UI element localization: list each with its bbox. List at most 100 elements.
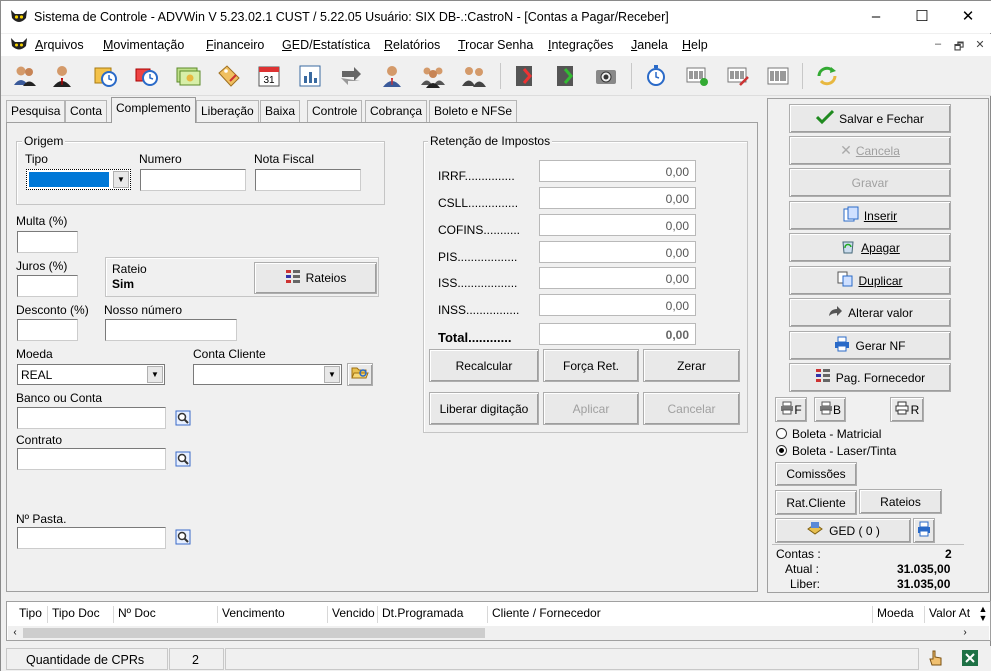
juros-input[interactable] bbox=[17, 275, 78, 297]
zerar-button[interactable]: Zerar bbox=[643, 349, 740, 382]
print-f-button[interactable]: F bbox=[775, 397, 807, 422]
boleta-matricial-radio[interactable] bbox=[776, 428, 787, 439]
barcode-icon[interactable] bbox=[763, 61, 793, 91]
salvar-fechar-button[interactable]: Salvar e Fechar bbox=[789, 104, 951, 133]
inss-value[interactable]: 0,00 bbox=[539, 294, 696, 316]
rat-cliente-button[interactable]: Rat.Cliente bbox=[775, 490, 857, 515]
numero-input[interactable] bbox=[140, 169, 246, 191]
csll-value[interactable]: 0,00 bbox=[539, 187, 696, 209]
calendar-clock-icon[interactable] bbox=[91, 61, 121, 91]
maximize-button[interactable]: ☐ bbox=[899, 1, 945, 33]
calendar-icon[interactable]: 31 bbox=[254, 61, 284, 91]
conta-cliente-select[interactable]: ▼ bbox=[193, 364, 342, 385]
menu-relatorios[interactable]: Relatórios bbox=[384, 38, 440, 52]
tab-controle[interactable]: Controle bbox=[307, 100, 363, 122]
desconto-input[interactable] bbox=[17, 319, 78, 341]
pis-value[interactable]: 0,00 bbox=[539, 241, 696, 263]
chevron-down-icon[interactable]: ▼ bbox=[147, 366, 163, 383]
column-header-moeda[interactable]: Moeda bbox=[873, 606, 925, 623]
menu-financeiro[interactable]: Financeiro bbox=[206, 38, 264, 52]
inserir-button[interactable]: Inserir bbox=[789, 201, 951, 230]
excel-icon[interactable] bbox=[961, 649, 979, 667]
menu-integracoes[interactable]: Integrações bbox=[548, 38, 613, 52]
tag-edit-icon[interactable] bbox=[214, 61, 244, 91]
person-tie-icon[interactable] bbox=[377, 61, 407, 91]
refresh-money-icon[interactable] bbox=[812, 61, 842, 91]
horizontal-scrollbar[interactable]: ‹ › bbox=[8, 626, 989, 640]
close-button[interactable]: ✕ bbox=[945, 1, 991, 33]
apagar-button[interactable]: Apagar bbox=[789, 233, 951, 262]
aplicar-button[interactable]: Aplicar bbox=[543, 392, 639, 425]
folder-open-button[interactable] bbox=[347, 363, 373, 386]
tipo-select[interactable]: ▼ bbox=[26, 169, 131, 190]
boleta-matricial-label[interactable]: Boleta - Matricial bbox=[792, 427, 881, 441]
irrf-value[interactable]: 0,00 bbox=[539, 160, 696, 182]
mdi-close-button[interactable]: ✕ bbox=[971, 38, 989, 52]
column-header-cliente-fornecedor[interactable]: Cliente / Fornecedor bbox=[488, 606, 873, 623]
nosso-numero-input[interactable] bbox=[105, 319, 237, 341]
print-b-button[interactable]: B bbox=[814, 397, 846, 422]
column-header-tipo-doc[interactable]: Tipo Doc bbox=[48, 606, 114, 623]
camera-icon[interactable] bbox=[591, 61, 621, 91]
boleta-laser-label[interactable]: Boleta - Laser/Tinta bbox=[792, 444, 896, 458]
mdi-restore-button[interactable]: 🗗 bbox=[950, 38, 968, 53]
barcode-edit-icon[interactable] bbox=[723, 61, 753, 91]
cancela-button[interactable]: ✕ Cancela bbox=[789, 136, 951, 165]
vertical-scroll-arrows[interactable]: ▲ ▼ bbox=[977, 605, 989, 623]
multa-input[interactable] bbox=[17, 231, 78, 253]
people-icon[interactable] bbox=[459, 61, 489, 91]
money-icon[interactable] bbox=[173, 61, 203, 91]
scrollbar-thumb[interactable] bbox=[23, 628, 485, 638]
tab-complemento[interactable]: Complemento bbox=[111, 97, 196, 123]
minimize-button[interactable]: – bbox=[853, 1, 899, 33]
tab-cobranca[interactable]: Cobrança bbox=[365, 100, 428, 122]
column-header-valor-at[interactable]: Valor At bbox=[925, 606, 975, 623]
pasta-input[interactable] bbox=[17, 527, 166, 549]
tab-liberacao[interactable]: Liberação bbox=[196, 100, 259, 122]
column-header-dt-programada[interactable]: Dt.Programada bbox=[378, 606, 488, 623]
gravar-button[interactable]: Gravar bbox=[789, 168, 951, 197]
moeda-select[interactable]: REAL ▼ bbox=[17, 364, 165, 385]
book-green-icon[interactable] bbox=[550, 61, 580, 91]
gerar-nf-button[interactable]: Gerar NF bbox=[789, 331, 951, 360]
column-header-vencimento[interactable]: Vencimento bbox=[218, 606, 328, 623]
column-header-vencido[interactable]: Vencido bbox=[328, 606, 378, 623]
scroll-right-icon[interactable]: › bbox=[958, 626, 972, 640]
comissoes-button[interactable]: Comissões bbox=[775, 462, 857, 486]
team-icon[interactable] bbox=[418, 61, 448, 91]
column-header-tipo[interactable]: Tipo bbox=[15, 606, 48, 623]
print-r-button[interactable]: R bbox=[890, 397, 924, 422]
hand-pointer-icon[interactable] bbox=[927, 649, 945, 667]
rateios-side-button[interactable]: Rateios bbox=[859, 489, 942, 514]
column-header-num-doc[interactable]: Nº Doc bbox=[114, 606, 218, 623]
stopwatch-icon[interactable] bbox=[641, 61, 671, 91]
mdi-minimize-button[interactable]: – bbox=[929, 38, 947, 52]
tab-baixa[interactable]: Baixa bbox=[260, 100, 301, 122]
transfer-icon[interactable] bbox=[336, 61, 366, 91]
nota-fiscal-input[interactable] bbox=[255, 169, 361, 191]
contrato-input[interactable] bbox=[17, 448, 166, 470]
report-chart-icon[interactable] bbox=[295, 61, 325, 91]
ged-button[interactable]: GED ( 0 ) bbox=[775, 518, 911, 543]
forca-ret-button[interactable]: Força Ret. bbox=[543, 349, 639, 382]
cofins-value[interactable]: 0,00 bbox=[539, 214, 696, 236]
menu-arquivos[interactable]: Arquivos bbox=[35, 38, 84, 52]
book-red-icon[interactable] bbox=[509, 61, 539, 91]
cancelar-button[interactable]: Cancelar bbox=[643, 392, 740, 425]
banco-search-button[interactable] bbox=[173, 409, 193, 429]
users-group-icon[interactable] bbox=[10, 61, 40, 91]
user-icon[interactable] bbox=[47, 61, 77, 91]
boleta-laser-radio[interactable] bbox=[776, 445, 787, 456]
tab-pesquisa[interactable]: Pesquisa bbox=[6, 100, 66, 122]
menu-trocar-senha[interactable]: Trocar Senha bbox=[458, 38, 533, 52]
chevron-down-icon[interactable]: ▼ bbox=[113, 171, 129, 188]
menu-help[interactable]: Help bbox=[682, 38, 708, 52]
clock-money-icon[interactable] bbox=[132, 61, 162, 91]
contrato-search-button[interactable] bbox=[173, 450, 193, 470]
mdi-cat-icon[interactable] bbox=[9, 37, 29, 53]
scroll-left-icon[interactable]: ‹ bbox=[8, 626, 22, 640]
tab-boleto-nfse[interactable]: Boleto e NFSe bbox=[429, 100, 518, 122]
menu-movimentacao[interactable]: Movimentação bbox=[103, 38, 184, 52]
duplicar-button[interactable]: Duplicar bbox=[789, 266, 951, 295]
alterar-valor-button[interactable]: Alterar valor bbox=[789, 298, 951, 327]
